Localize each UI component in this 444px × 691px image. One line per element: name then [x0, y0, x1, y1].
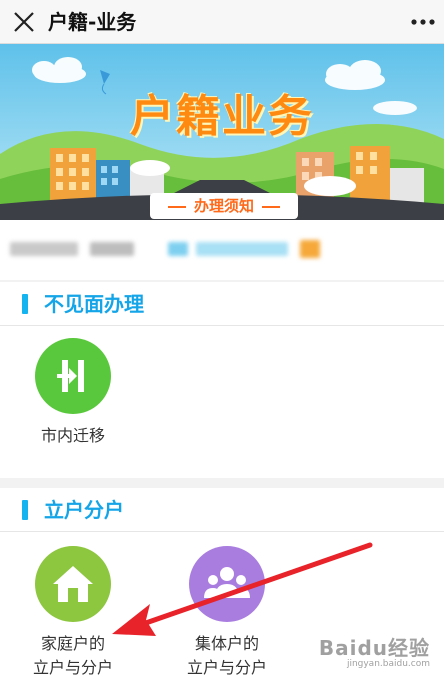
blurred-info-strip [0, 220, 444, 280]
notice-label: 办理须知 [193, 197, 254, 215]
tile-label: 家庭户的 立户与分户 [32, 634, 113, 677]
house-icon [35, 546, 111, 622]
title-bar: 户籍-业务 [0, 0, 444, 44]
more-dots-icon [411, 19, 435, 25]
blurred-text [168, 242, 188, 256]
blurred-text [10, 242, 78, 256]
section-header: 不见面办理 [0, 282, 444, 326]
close-button[interactable] [8, 6, 40, 38]
tile-label: 集体户的 立户与分户 [186, 634, 267, 677]
hero-banner: 户籍业务 办理须知 [0, 44, 444, 220]
section-title: 立户分户 [44, 498, 124, 522]
watermark: Baidu经验 jingyan.baidu.com [319, 632, 430, 669]
section-title: 不见面办理 [44, 292, 144, 316]
blurred-text [196, 242, 288, 256]
tile-collective-household[interactable]: 集体户的 立户与分户 [162, 546, 292, 680]
notice-button[interactable]: 办理须知 [150, 193, 298, 219]
banner-title: 户籍业务 [130, 91, 314, 142]
tile-family-household[interactable]: 家庭户的 立户与分户 [8, 546, 138, 680]
page-title: 户籍-业务 [48, 10, 137, 34]
blurred-text [90, 242, 134, 256]
more-button[interactable] [406, 6, 440, 38]
group-icon [189, 546, 265, 622]
section-accent-bar [22, 500, 28, 520]
tile-label: 市内迁移 [40, 426, 105, 445]
watermark-logo: Baidu经验 [318, 636, 430, 660]
section-header: 立户分户 [0, 488, 444, 532]
section-remote-service: 不见面办理 市内迁移 [0, 282, 444, 478]
tile-city-transfer[interactable]: 市内迁移 [8, 338, 138, 448]
blurred-icon [300, 240, 320, 258]
transfer-icon [35, 338, 111, 414]
close-icon [14, 12, 34, 32]
section-accent-bar [22, 294, 28, 314]
